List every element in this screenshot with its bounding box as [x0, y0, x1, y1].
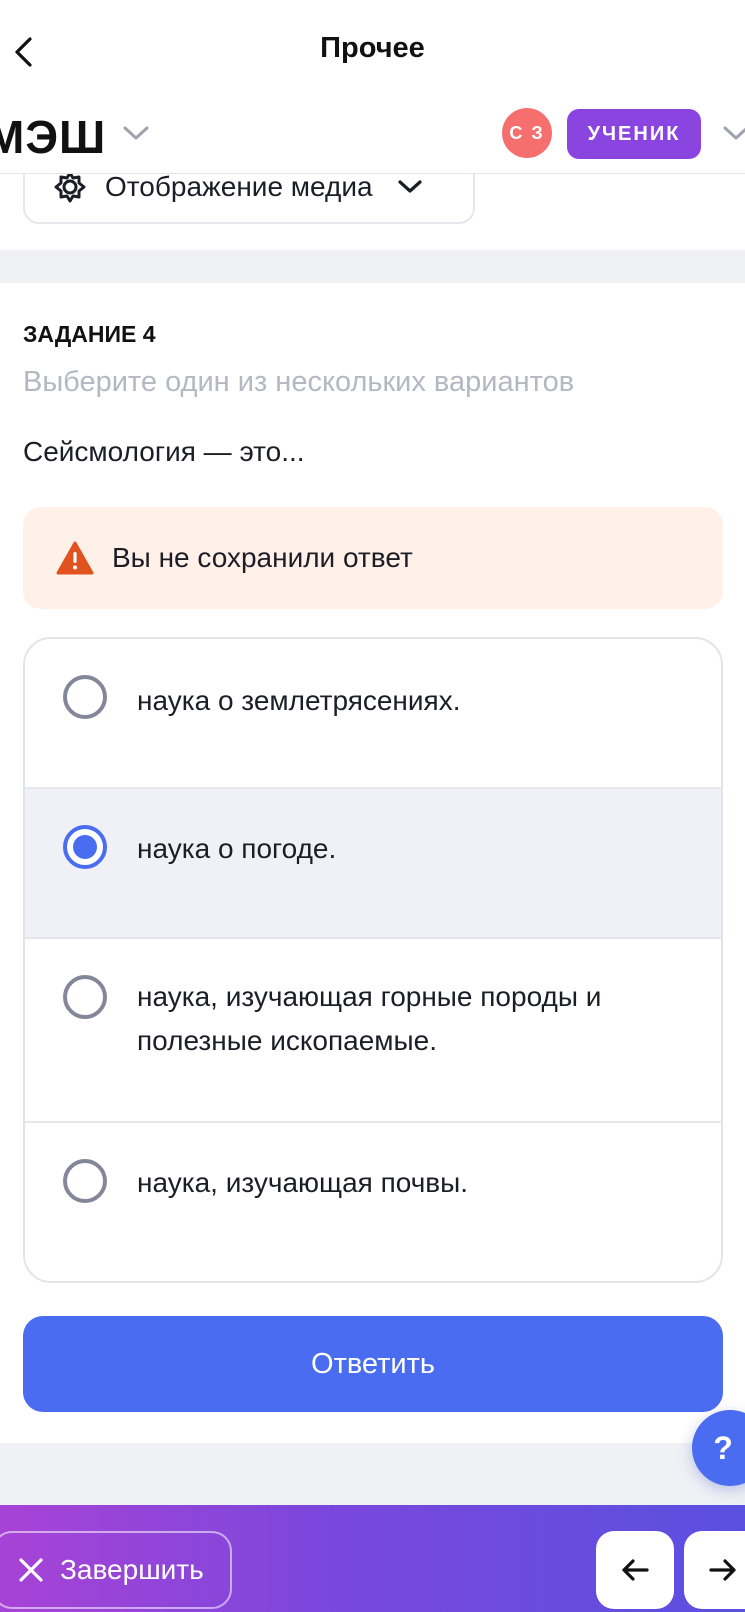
chevron-down-icon[interactable] — [722, 124, 745, 142]
option-text: наука о землетрясениях. — [137, 685, 461, 716]
finish-label: Завершить — [60, 1554, 204, 1585]
top-navigation: Прочее — [0, 0, 745, 102]
option-4[interactable]: наука, изучающая почвы. — [25, 1123, 721, 1281]
next-button[interactable] — [684, 1531, 745, 1609]
page-title: Прочее — [320, 32, 425, 64]
app-header: МЭШ С З УЧЕНИК — [0, 102, 745, 174]
gear-icon — [54, 174, 86, 203]
task-card: ЗАДАНИЕ 4 Выберите один из нескольких ва… — [0, 283, 745, 1443]
avatar[interactable]: С З — [502, 108, 552, 158]
radio-button[interactable] — [63, 1159, 107, 1203]
finish-button[interactable]: Завершить — [0, 1531, 232, 1609]
answer-button[interactable]: Ответить — [23, 1316, 723, 1412]
option-text: наука о погоде. — [137, 833, 337, 864]
option-2[interactable]: наука о погоде. — [25, 789, 721, 939]
answer-options: наука о землетрясениях. наука о погоде. … — [23, 637, 723, 1283]
media-display-button[interactable]: Отображение медиа — [23, 174, 475, 224]
role-badge[interactable]: УЧЕНИК — [567, 109, 701, 159]
radio-button[interactable] — [63, 825, 107, 869]
unsaved-warning: Вы не сохранили ответ — [23, 507, 723, 609]
prev-button[interactable] — [596, 1531, 674, 1609]
warning-icon — [56, 541, 94, 575]
task-number: ЗАДАНИЕ 4 — [23, 321, 156, 347]
close-icon — [19, 1558, 43, 1582]
option-3[interactable]: наука, изучающая горные породы и полезны… — [25, 939, 721, 1123]
arrow-left-icon — [622, 1559, 649, 1581]
media-display-label: Отображение медиа — [105, 174, 373, 202]
logo[interactable]: МЭШ — [0, 110, 106, 164]
task-hint: Выберите один из нескольких вариантов — [23, 366, 575, 398]
radio-button[interactable] — [63, 675, 107, 719]
media-section: Отображение медиа — [0, 174, 745, 250]
warning-text: Вы не сохранили ответ — [112, 542, 413, 573]
chevron-down-icon — [397, 180, 422, 193]
task-question: Сейсмология — это... — [23, 436, 305, 467]
option-text: наука, изучающая горные породы и полезны… — [137, 981, 602, 1056]
option-1[interactable]: наука о землетрясениях. — [25, 639, 721, 789]
arrow-right-icon — [709, 1559, 736, 1581]
page: Прочее МЭШ С З УЧЕНИК Отображение медиа … — [0, 0, 745, 1612]
chevron-down-icon[interactable] — [122, 124, 150, 142]
option-text: наука, изучающая почвы. — [137, 1167, 469, 1198]
bottom-bar: Завершить — [0, 1505, 745, 1612]
radio-button[interactable] — [63, 975, 107, 1019]
